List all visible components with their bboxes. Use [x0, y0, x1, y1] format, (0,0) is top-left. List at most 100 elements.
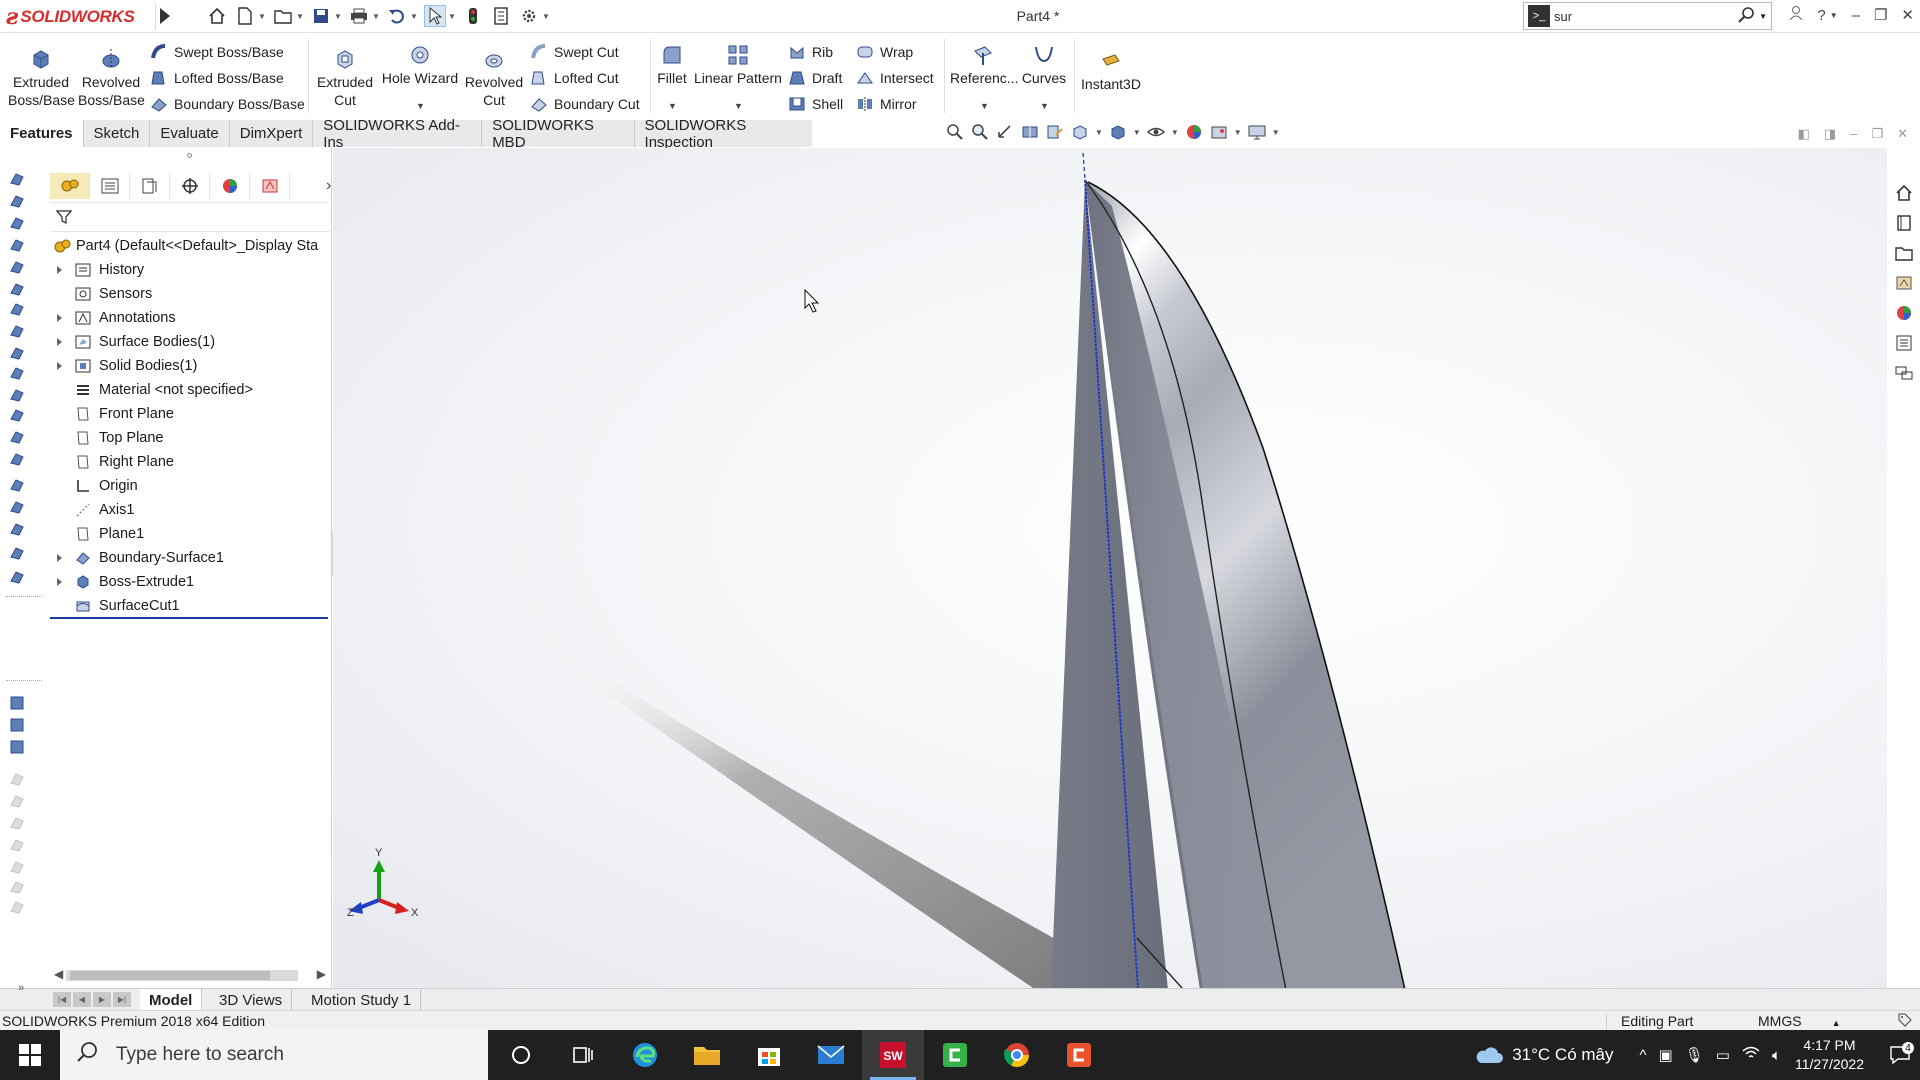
- tree-item-front-plane[interactable]: Front Plane: [50, 402, 332, 426]
- pane-splitter-handle[interactable]: [187, 153, 192, 158]
- intersect-button[interactable]: Intersect: [856, 69, 934, 87]
- trim-surface-icon[interactable]: [6, 404, 28, 426]
- chevron-down-icon[interactable]: ▼: [1759, 12, 1767, 21]
- search-box[interactable]: >_ ▼: [1523, 2, 1772, 30]
- tab-3d-views[interactable]: 3D Views: [210, 989, 293, 1011]
- first-tab-icon[interactable]: |◀: [53, 992, 71, 1007]
- minimize-icon[interactable]: –: [1852, 7, 1860, 24]
- search-commands-icon[interactable]: >_: [1528, 5, 1550, 27]
- forum-icon[interactable]: [1893, 362, 1915, 384]
- tree-item-axis1[interactable]: Axis1: [50, 498, 332, 522]
- sweep-icon[interactable]: [6, 212, 28, 234]
- filter-icon[interactable]: [56, 209, 72, 225]
- tile-left-icon[interactable]: ◧: [1798, 126, 1810, 142]
- zoom-to-fit-icon[interactable]: [945, 122, 965, 142]
- dynamic-annotation-icon[interactable]: [1045, 122, 1065, 142]
- previous-tab-icon[interactable]: ◀: [73, 992, 91, 1007]
- close-icon[interactable]: ✕: [1897, 126, 1908, 142]
- tab-features[interactable]: Features: [0, 120, 84, 147]
- linear-pattern-button[interactable]: Linear Pattern: [694, 43, 782, 87]
- minimize-icon[interactable]: –: [1850, 126, 1857, 142]
- view-settings-icon[interactable]: [1247, 122, 1267, 142]
- tree-filter[interactable]: [50, 202, 330, 232]
- tree-item-boundary-surface1[interactable]: Boundary-Surface1: [50, 546, 332, 570]
- revolve-cut-icon[interactable]: [6, 714, 28, 736]
- knit-surface-icon[interactable]: [6, 362, 28, 384]
- planar-surface-icon[interactable]: [6, 278, 28, 300]
- boundary-boss-button[interactable]: Boundary Boss/Base: [150, 95, 305, 113]
- file-explorer-icon[interactable]: [1893, 242, 1915, 264]
- revolve-icon[interactable]: [6, 190, 28, 212]
- zoom-area-icon[interactable]: [970, 122, 990, 142]
- file-explorer-icon[interactable]: [676, 1030, 738, 1080]
- chevron-up-icon[interactable]: ^: [1639, 1047, 1646, 1064]
- tree-item-plane1[interactable]: Plane1: [50, 522, 332, 546]
- tree-item-sensors[interactable]: Sensors: [50, 282, 332, 306]
- tab-inspection[interactable]: SOLIDWORKS Inspection: [634, 117, 820, 151]
- extruded-cut-button[interactable]: Extruded Cut: [313, 47, 377, 109]
- notification-center-button[interactable]: 4: [1880, 1042, 1920, 1064]
- microsoft-store-icon[interactable]: [738, 1030, 800, 1080]
- clock[interactable]: 4:17 PM 11/27/2022: [1795, 1036, 1864, 1074]
- fill-surface-icon[interactable]: [6, 342, 28, 364]
- close-icon[interactable]: ✕: [1901, 6, 1914, 24]
- curves-button[interactable]: Curves: [1018, 43, 1070, 87]
- custom-properties-icon[interactable]: [1893, 332, 1915, 354]
- rib-button[interactable]: Rib: [788, 43, 833, 61]
- instant3d-button[interactable]: Instant3D: [1076, 49, 1146, 93]
- extruded-boss-button[interactable]: Extruded Boss/Base: [8, 47, 75, 109]
- mirror-button[interactable]: Mirror: [856, 95, 917, 113]
- appearances-icon[interactable]: [1893, 302, 1915, 324]
- solidworks-resources-icon[interactable]: [1893, 182, 1915, 204]
- untrim-surface-icon[interactable]: [6, 448, 28, 470]
- chevron-down-icon[interactable]: ▼: [980, 101, 989, 111]
- scroll-right-icon[interactable]: ▶: [317, 967, 326, 981]
- boundary-cut-button[interactable]: Boundary Cut: [530, 95, 640, 113]
- volume-icon[interactable]: 🔈︎: [1772, 1047, 1781, 1064]
- cortana-icon[interactable]: [490, 1030, 552, 1080]
- mail-icon[interactable]: [800, 1030, 862, 1080]
- previous-view-icon[interactable]: [995, 122, 1015, 142]
- split-line-icon[interactable]: [6, 566, 28, 588]
- search-input[interactable]: [1554, 8, 1724, 24]
- chevron-down-icon[interactable]: ▼: [1272, 128, 1280, 137]
- tree-root-part[interactable]: Part4 (Default<<Default>_Display Sta: [50, 234, 332, 258]
- design-library-icon[interactable]: [1893, 212, 1915, 234]
- wrap-button[interactable]: Wrap: [856, 43, 913, 61]
- edge-browser-icon[interactable]: [614, 1030, 676, 1080]
- cut-with-surface-icon[interactable]: [6, 542, 28, 564]
- tree-horizontal-scrollbar[interactable]: ◀ ▶: [50, 966, 332, 984]
- weather-widget[interactable]: 31°C Có mây: [1474, 1045, 1613, 1065]
- chevron-down-icon[interactable]: ▼: [1830, 11, 1838, 20]
- property-manager-tab-icon[interactable]: [90, 173, 130, 199]
- apply-scene-icon[interactable]: [1209, 122, 1229, 142]
- rollback-bar[interactable]: [50, 617, 328, 619]
- camtasia-icon[interactable]: [924, 1030, 986, 1080]
- tab-motion-study[interactable]: Motion Study 1: [302, 989, 422, 1011]
- user-icon[interactable]: [1789, 5, 1803, 25]
- chevron-down-icon[interactable]: ▼: [1171, 128, 1179, 137]
- sweep-cut-icon[interactable]: [6, 736, 28, 758]
- chrome-browser-icon[interactable]: [986, 1030, 1048, 1080]
- chevron-down-icon[interactable]: ▼: [416, 101, 425, 111]
- tab-sketch[interactable]: Sketch: [83, 120, 151, 147]
- feature-manager-tab-icon[interactable]: [50, 173, 90, 199]
- swept-boss-button[interactable]: Swept Boss/Base: [150, 43, 284, 61]
- rebuild-tag-icon[interactable]: [1898, 1013, 1912, 1030]
- microphone-icon[interactable]: 🎙︎: [1685, 1046, 1704, 1064]
- chevron-down-icon[interactable]: ▼: [1040, 101, 1049, 111]
- tree-item-annotations[interactable]: Annotations: [50, 306, 332, 330]
- lofted-cut-button[interactable]: Lofted Cut: [530, 69, 619, 87]
- tree-item-top-plane[interactable]: Top Plane: [50, 426, 332, 450]
- thicken-icon[interactable]: [6, 384, 28, 406]
- move-face-icon[interactable]: [6, 518, 28, 540]
- extrude-cut-icon[interactable]: [6, 692, 28, 714]
- expand-strip-icon[interactable]: »: [18, 982, 24, 994]
- extend-surface-icon[interactable]: [6, 426, 28, 448]
- wifi-icon[interactable]: [1742, 1046, 1760, 1064]
- cam-manager-tab-icon[interactable]: [250, 173, 290, 199]
- hole-wizard-button[interactable]: Hole Wizard: [380, 43, 460, 87]
- tree-item-origin[interactable]: Origin: [50, 474, 332, 498]
- tab-dimxpert[interactable]: DimXpert: [229, 120, 314, 147]
- shell-button[interactable]: Shell: [788, 95, 843, 113]
